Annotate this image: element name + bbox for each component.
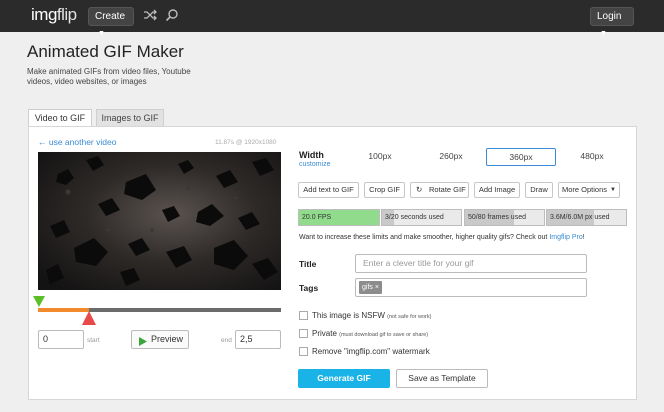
upgrade-text-end: ! bbox=[582, 234, 585, 241]
video-preview[interactable] bbox=[38, 152, 281, 290]
draw-button[interactable]: Draw bbox=[525, 182, 553, 198]
end-time-input[interactable]: 2,5 bbox=[235, 330, 281, 349]
create-label: Create bbox=[95, 11, 126, 22]
shuffle-icon[interactable] bbox=[143, 8, 157, 22]
seconds-meter: 3/20 seconds used bbox=[381, 209, 462, 226]
nsfw-checkbox[interactable] bbox=[299, 311, 308, 320]
video-info: 11.87s @ 1920x1080 bbox=[215, 139, 277, 146]
imgflip-logo[interactable]: imgflip bbox=[31, 5, 77, 25]
page-title: Animated GIF Maker bbox=[27, 42, 184, 61]
tags-input[interactable]: gifs × bbox=[355, 278, 587, 297]
logo-text-flip: flip bbox=[56, 5, 77, 24]
upgrade-notice: Want to increase these limits and make s… bbox=[299, 234, 585, 241]
more-options-button[interactable]: More Options ▼ bbox=[558, 182, 620, 198]
end-label: end bbox=[221, 337, 232, 344]
private-note: (must download gif to save or share) bbox=[339, 332, 429, 338]
meter-label: 3.6M/6.0M px used bbox=[550, 214, 610, 221]
tag-chip[interactable]: gifs × bbox=[359, 281, 382, 294]
login-button[interactable]: Login ▼ bbox=[590, 7, 634, 37]
private-label-text: Private bbox=[312, 329, 337, 338]
nsfw-label: This image is NSFW (not safe for work) bbox=[312, 311, 431, 320]
meter-label: 3/20 seconds used bbox=[385, 214, 444, 221]
tags-label: Tags bbox=[299, 283, 319, 293]
pixels-meter: 3.6M/6.0M px used bbox=[546, 209, 627, 226]
rotate-label: Rotate GIF bbox=[429, 185, 466, 194]
imgflip-pro-link[interactable]: Imgflip Pro bbox=[549, 234, 582, 241]
caret-down-icon: ▼ bbox=[610, 187, 616, 193]
remove-watermark-label: Remove "imgflip.com" watermark bbox=[312, 347, 430, 356]
rotate-gif-button[interactable]: ↻ Rotate GIF bbox=[410, 182, 469, 198]
remove-watermark-checkbox[interactable] bbox=[299, 347, 308, 356]
width-label: Width bbox=[299, 150, 324, 160]
add-image-button[interactable]: Add Image bbox=[474, 182, 520, 198]
upgrade-text: Want to increase these limits and make s… bbox=[299, 234, 550, 241]
meter-label: 50/80 frames used bbox=[468, 214, 526, 221]
generate-gif-button[interactable]: Generate GIF bbox=[298, 369, 390, 388]
asteroid-scene-image bbox=[38, 152, 281, 290]
meter-label: 20.0 FPS bbox=[302, 214, 332, 221]
caret-down-icon: ▼ bbox=[98, 30, 105, 37]
search-icon[interactable] bbox=[165, 8, 179, 22]
add-text-button[interactable]: Add text to GIF bbox=[298, 182, 359, 198]
trim-track[interactable] bbox=[38, 308, 281, 312]
private-checkbox[interactable] bbox=[299, 329, 308, 338]
create-menu-button[interactable]: Create ▼ bbox=[88, 7, 134, 37]
fps-meter: 20.0 FPS bbox=[298, 209, 380, 226]
title-input[interactable]: Enter a clever title for your gif bbox=[355, 254, 587, 273]
customize-width-link[interactable]: customize bbox=[299, 161, 331, 168]
use-another-video-link[interactable]: ← use another video bbox=[38, 137, 116, 147]
width-option-480[interactable]: 480px bbox=[557, 148, 627, 166]
width-option-360[interactable]: 360px bbox=[486, 148, 556, 166]
private-label: Private (must download gif to save or sh… bbox=[312, 329, 428, 338]
start-time-input[interactable]: 0 bbox=[38, 330, 84, 349]
frames-meter: 50/80 frames used bbox=[464, 209, 545, 226]
width-option-100[interactable]: 100px bbox=[345, 148, 415, 166]
rotate-icon: ↻ bbox=[416, 185, 423, 194]
width-option-260[interactable]: 260px bbox=[416, 148, 486, 166]
nsfw-note: (not safe for work) bbox=[387, 314, 432, 320]
tab-images-to-gif[interactable]: Images to GIF bbox=[96, 109, 164, 127]
title-label: Title bbox=[299, 259, 317, 269]
preview-button[interactable]: Preview bbox=[131, 330, 189, 349]
trim-end-handle[interactable] bbox=[82, 311, 96, 330]
page-subtitle: Make animated GIFs from video files, You… bbox=[27, 67, 191, 86]
play-icon bbox=[139, 335, 147, 352]
nsfw-label-text: This image is NSFW bbox=[312, 311, 385, 320]
logo-text-img: img bbox=[31, 5, 57, 24]
crop-gif-button[interactable]: Crop GIF bbox=[364, 182, 405, 198]
preview-label: Preview bbox=[151, 334, 184, 344]
tab-video-to-gif[interactable]: Video to GIF bbox=[28, 109, 92, 127]
more-options-label: More Options bbox=[562, 185, 608, 194]
start-label: start bbox=[87, 337, 100, 344]
caret-down-icon: ▼ bbox=[600, 30, 607, 37]
save-as-template-button[interactable]: Save as Template bbox=[396, 369, 488, 388]
login-label: Login bbox=[597, 11, 622, 22]
